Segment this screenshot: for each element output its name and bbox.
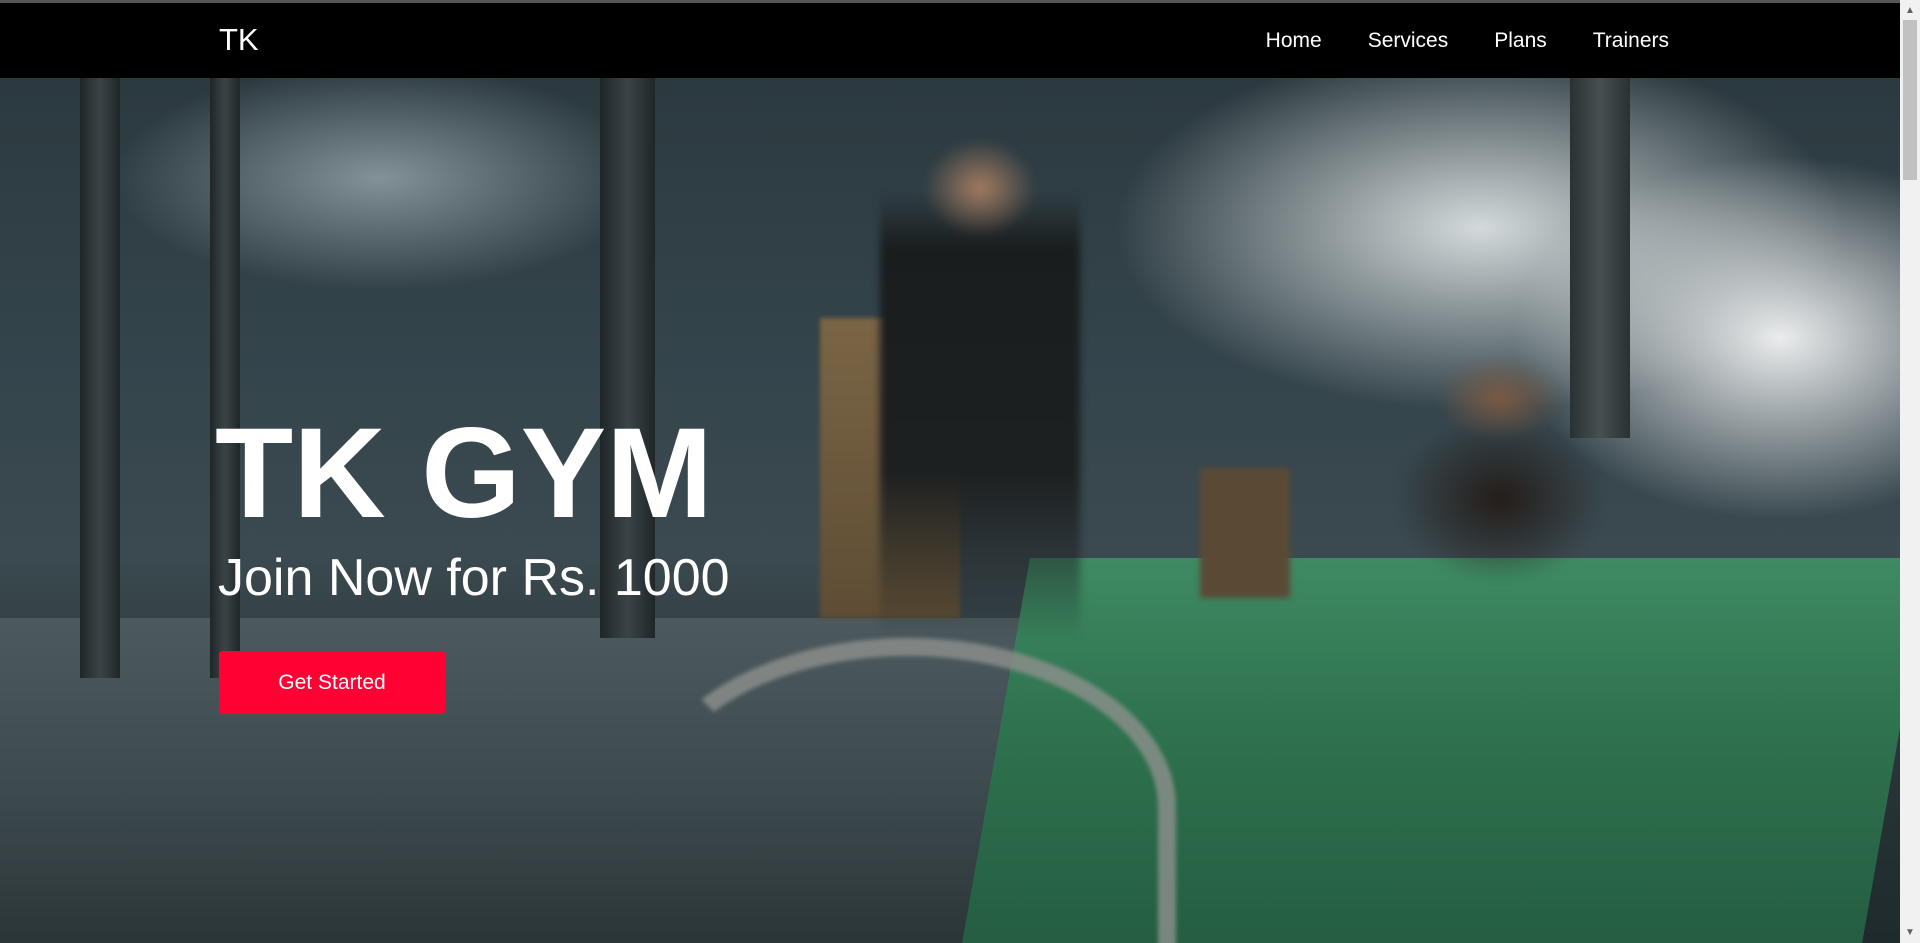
- hero-bg-pillar: [80, 78, 120, 678]
- scroll-down-arrow-icon[interactable]: ▼: [1900, 923, 1920, 943]
- hero-title: TK GYM: [215, 402, 713, 545]
- hero-bg-athlete-pushup: [1340, 318, 1660, 638]
- scroll-up-arrow-icon[interactable]: ▲: [1900, 0, 1920, 20]
- navbar: TK Home Services Plans Trainers: [0, 3, 1900, 78]
- nav-link-trainers[interactable]: Trainers: [1593, 27, 1669, 55]
- nav-link-plans[interactable]: Plans: [1494, 27, 1547, 55]
- hero-subtitle: Join Now for Rs. 1000: [218, 549, 730, 607]
- scrollbar-thumb[interactable]: [1903, 20, 1917, 180]
- nav-link-services[interactable]: Services: [1368, 27, 1449, 55]
- hero-section: TK GYM Join Now for Rs. 1000 Get Started: [0, 78, 1900, 943]
- hero-bg-plyo-box: [1200, 468, 1290, 598]
- nav-link-home[interactable]: Home: [1266, 27, 1322, 55]
- hero-bg-athlete-rope: [880, 108, 1080, 668]
- brand-logo[interactable]: TK: [219, 22, 259, 58]
- nav-links: Home Services Plans Trainers: [1266, 27, 1669, 55]
- get-started-button[interactable]: Get Started: [219, 651, 445, 714]
